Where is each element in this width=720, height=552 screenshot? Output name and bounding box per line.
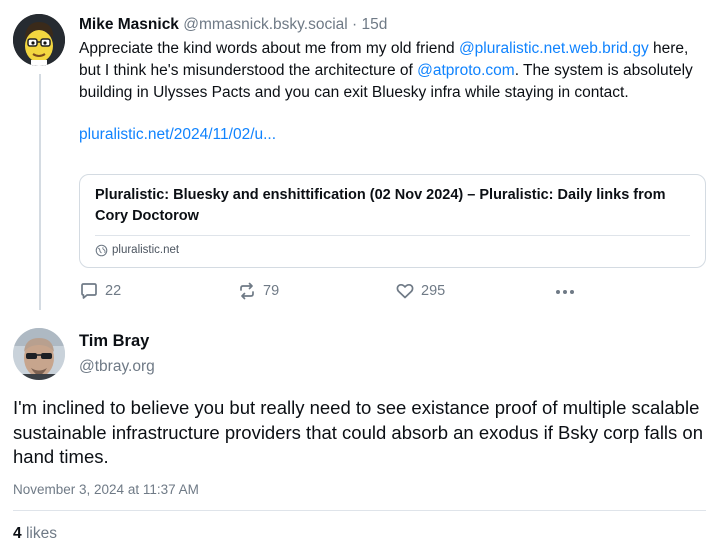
mention-link[interactable]: @pluralistic.net.web.brid.gy xyxy=(459,40,649,57)
like-button[interactable]: 295 xyxy=(395,281,445,301)
link-embed-card[interactable]: Pluralistic: Bluesky and enshittificatio… xyxy=(79,174,706,268)
like-count: 295 xyxy=(421,283,446,299)
author-handle[interactable]: @mmasnick.bsky.social xyxy=(183,16,347,33)
post-text: I'm inclined to believe you but really n… xyxy=(13,397,704,467)
post-timestamp[interactable]: November 3, 2024 at 11:37 AM xyxy=(13,481,199,499)
post-text: Appreciate the kind words about me from … xyxy=(79,38,709,104)
parent-post: Mike Masnick @mmasnick.bsky.social · 15d… xyxy=(79,14,709,146)
external-link[interactable]: pluralistic.net/2024/11/02/u... xyxy=(79,124,709,146)
author-name[interactable]: Mike Masnick xyxy=(79,16,179,33)
likes-label: likes xyxy=(25,525,57,542)
likes-count: 4 xyxy=(13,525,22,542)
embed-domain: pluralistic.net xyxy=(112,244,180,256)
post-action-bar: 22 79 295 xyxy=(79,281,599,303)
more-options-button[interactable] xyxy=(554,283,576,301)
mention-link[interactable]: @atproto.com xyxy=(417,62,515,79)
author-handle[interactable]: @tbray.org xyxy=(79,356,155,378)
embed-domain-row: pluralistic.net xyxy=(95,242,179,258)
reply-post-header: Tim Bray @tbray.org xyxy=(79,330,155,378)
divider xyxy=(13,510,706,511)
repost-button[interactable]: 79 xyxy=(237,281,279,301)
embed-title: Pluralistic: Bluesky and enshittificatio… xyxy=(95,187,666,224)
post-text-segment: Appreciate the kind words about me from … xyxy=(79,40,459,57)
author-name[interactable]: Tim Bray xyxy=(79,330,155,352)
ellipsis-icon xyxy=(556,290,574,294)
cartoon-avatar-image xyxy=(13,14,65,66)
reply-count: 22 xyxy=(105,283,122,299)
thread-connector-line xyxy=(39,74,41,310)
reply-button[interactable]: 22 xyxy=(79,281,121,301)
header-separator: · xyxy=(352,16,358,33)
repost-count: 79 xyxy=(263,283,280,299)
globe-icon xyxy=(95,244,108,256)
repost-arrows-icon xyxy=(240,282,254,300)
photo-avatar-image xyxy=(13,328,65,380)
post-header: Mike Masnick @mmasnick.bsky.social · 15d xyxy=(79,14,709,36)
post-age[interactable]: 15d xyxy=(362,16,388,33)
author-avatar[interactable] xyxy=(13,14,65,66)
likes-summary[interactable]: 4 likes xyxy=(13,524,57,544)
speech-bubble-icon xyxy=(81,283,97,299)
embed-divider xyxy=(95,235,690,236)
author-avatar[interactable] xyxy=(13,328,65,380)
heart-icon xyxy=(396,283,414,299)
